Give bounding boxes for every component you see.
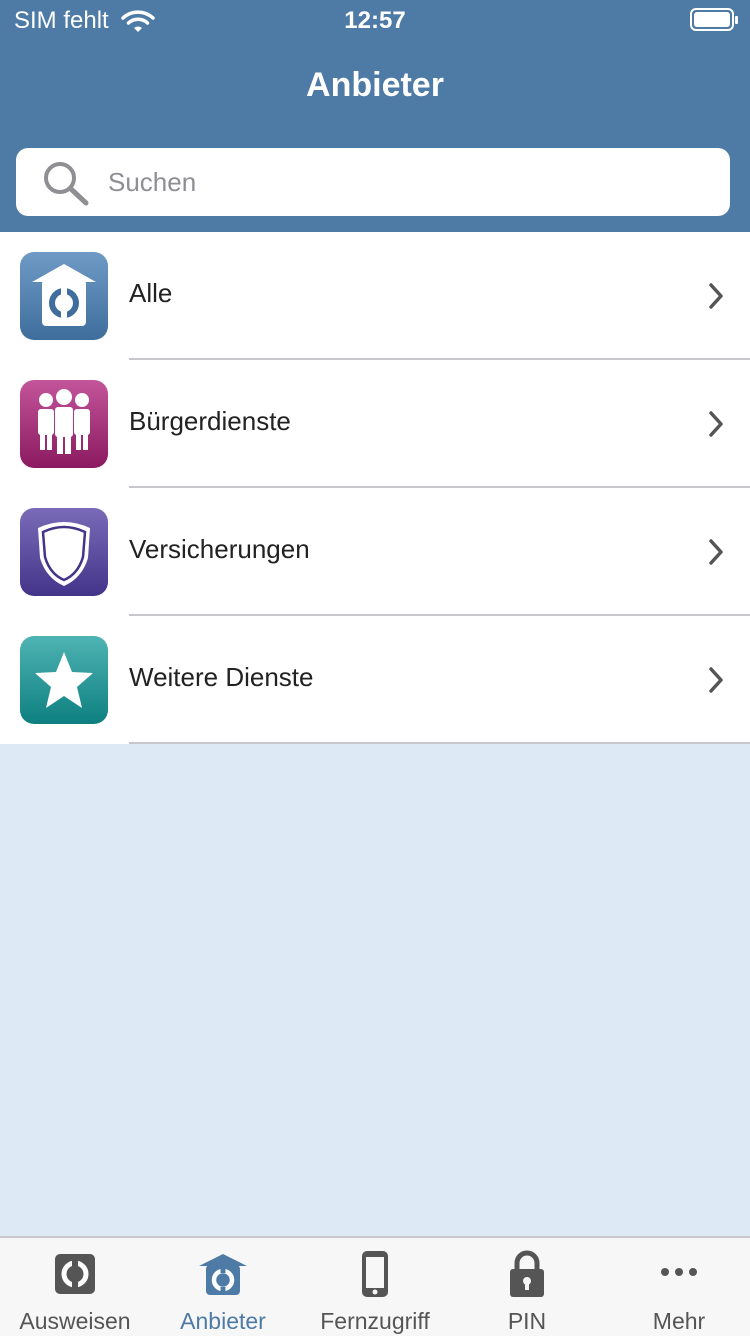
- list-item-label: Weitere Dienste: [129, 662, 314, 692]
- battery-icon: [690, 8, 738, 31]
- list-item-label: Bürgerdienste: [129, 406, 291, 436]
- search-icon: [44, 162, 89, 206]
- more-icon: [661, 1268, 697, 1276]
- tab-label: Ausweisen: [19, 1308, 131, 1334]
- chevron-right-icon: [709, 667, 723, 693]
- tab-label: PIN: [507, 1308, 547, 1334]
- list-item-weitere-dienste[interactable]: Weitere Dienste: [0, 616, 750, 744]
- search-bar[interactable]: [16, 148, 730, 216]
- list-item-label: Versicherungen: [129, 534, 310, 564]
- shield-icon: [20, 508, 108, 596]
- tab-ausweisen[interactable]: Ausweisen: [0, 1238, 150, 1336]
- tab-anbieter[interactable]: Anbieter: [148, 1238, 298, 1336]
- tab-bar: Ausweisen Anbieter Fernzugriff PIN Mehr: [0, 1236, 750, 1336]
- people-icon: [20, 380, 108, 468]
- tab-label: Fernzugriff: [320, 1308, 430, 1334]
- house-logo-icon: [20, 252, 108, 340]
- status-time: 12:57: [344, 7, 406, 34]
- chevron-right-icon: [709, 539, 723, 565]
- provider-list: Alle Bürgerdienste Versicherungen Weiter…: [0, 232, 750, 744]
- search-input[interactable]: [108, 160, 708, 204]
- house-logo-icon: [199, 1254, 247, 1295]
- tab-label: Anbieter: [180, 1308, 266, 1334]
- list-item-versicherungen[interactable]: Versicherungen: [0, 488, 750, 616]
- star-icon: [20, 636, 108, 724]
- lock-icon: [510, 1250, 544, 1297]
- navigation-header: SIM fehlt 12:57 Anbieter: [0, 0, 750, 232]
- tab-label: Mehr: [652, 1308, 706, 1334]
- tab-mehr[interactable]: Mehr: [604, 1238, 750, 1336]
- phone-icon: [362, 1251, 388, 1297]
- divider: [129, 742, 750, 744]
- list-item-label: Alle: [129, 278, 173, 308]
- tab-pin[interactable]: PIN: [452, 1238, 602, 1336]
- chevron-right-icon: [709, 411, 723, 437]
- list-item-buergerdienste[interactable]: Bürgerdienste: [0, 360, 750, 488]
- tab-fernzugriff[interactable]: Fernzugriff: [300, 1238, 450, 1336]
- page-title: Anbieter: [306, 66, 444, 104]
- id-card-icon: [55, 1254, 95, 1294]
- status-bar: SIM fehlt 12:57: [0, 0, 750, 40]
- chevron-right-icon: [709, 283, 723, 309]
- list-item-alle[interactable]: Alle: [0, 232, 750, 360]
